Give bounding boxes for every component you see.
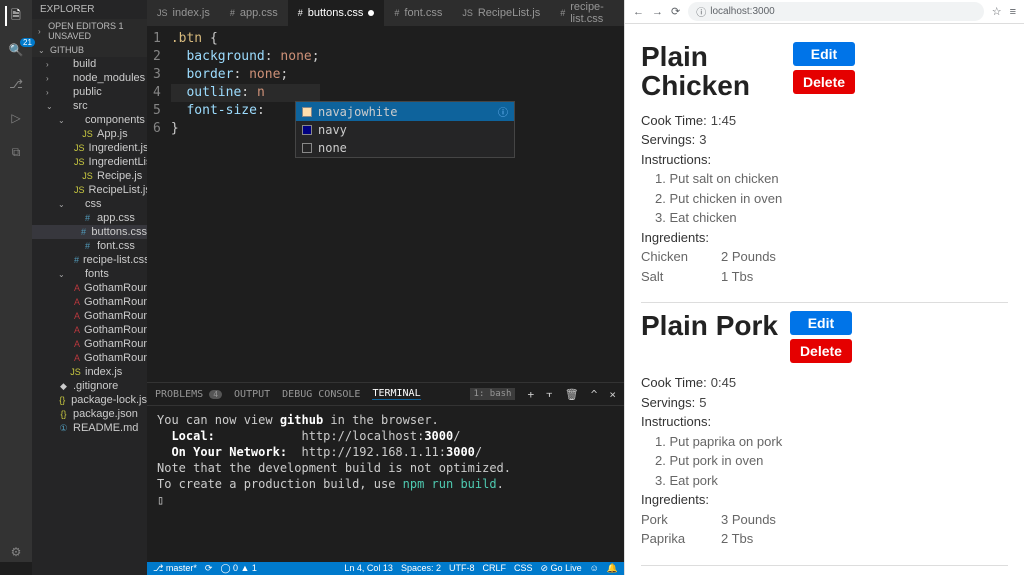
chevron-up-icon[interactable]: ^ bbox=[591, 388, 598, 401]
encoding[interactable]: UTF-8 bbox=[449, 563, 475, 574]
vscode-window: 🗎 🔍 ⎇ ▷ ⧉ ⚙ 21 EXPLORER ›OPEN EDITORS 1 … bbox=[0, 0, 624, 575]
sync-icon[interactable]: ⟳ bbox=[205, 563, 213, 574]
debug-icon[interactable]: ▷ bbox=[6, 108, 26, 128]
folder-item[interactable]: ⌄components bbox=[32, 113, 147, 127]
explorer-title: EXPLORER bbox=[32, 0, 147, 19]
recipe-title: Plain Pork bbox=[641, 311, 778, 340]
edit-button[interactable]: Edit bbox=[790, 311, 852, 335]
folder-item[interactable]: ›build bbox=[32, 57, 147, 71]
back-icon[interactable]: ← bbox=[633, 6, 644, 18]
file-item[interactable]: AGothamRoun bbox=[32, 281, 147, 295]
go-live[interactable]: ⊘ Go Live bbox=[541, 563, 582, 574]
folder-item[interactable]: ›public bbox=[32, 85, 147, 99]
files-icon[interactable]: 🗎 bbox=[5, 6, 25, 26]
activity-bar: 🗎 🔍 ⎇ ▷ ⧉ ⚙ 21 bbox=[0, 0, 32, 562]
file-item[interactable]: AGothamRoun bbox=[32, 337, 147, 351]
editor-tab[interactable]: #buttons.css bbox=[288, 0, 385, 26]
spaces[interactable]: Spaces: 2 bbox=[401, 563, 441, 574]
file-item[interactable]: {}package.json bbox=[32, 407, 147, 421]
menu-icon[interactable]: ≡ bbox=[1010, 6, 1016, 18]
file-item[interactable]: ◆.gitignore bbox=[32, 379, 147, 393]
status-bar: ⎇ master* ⟳ ◯ 0 ▲ 1 Ln 4, Col 13 Spaces:… bbox=[147, 562, 624, 575]
file-item[interactable]: ①README.md bbox=[32, 421, 147, 435]
forward-icon[interactable]: → bbox=[652, 6, 663, 18]
panel-tab-terminal[interactable]: TERMINAL bbox=[372, 388, 420, 400]
delete-button[interactable]: Delete bbox=[793, 70, 855, 94]
intellisense-item[interactable]: none bbox=[296, 139, 514, 157]
source-control-icon[interactable]: ⎇ bbox=[6, 74, 26, 94]
bottom-panel: PROBLEMS 4 OUTPUT DEBUG CONSOLE TERMINAL… bbox=[147, 382, 624, 562]
file-item[interactable]: AGothamRoun bbox=[32, 295, 147, 309]
gear-icon[interactable]: ⚙ bbox=[6, 542, 26, 562]
editor-tab[interactable]: JSindex.js bbox=[147, 0, 220, 26]
close-icon[interactable]: × bbox=[609, 388, 616, 401]
file-item[interactable]: JSRecipe.js bbox=[32, 169, 147, 183]
editor-tab[interactable]: JSRecipeList.js bbox=[452, 0, 550, 26]
editor-tab[interactable]: #font.css bbox=[384, 0, 452, 26]
file-item[interactable]: AGothamRoun bbox=[32, 351, 147, 365]
editor-tabs: JSindex.js#app.css#buttons.css#font.cssJ… bbox=[147, 0, 624, 26]
browser-toolbar: ← → ⟳ ⓘlocalhost:3000 ☆ ≡ bbox=[625, 0, 1024, 24]
open-editors-section[interactable]: ›OPEN EDITORS 1 UNSAVED bbox=[32, 19, 147, 43]
panel-tab-output[interactable]: OUTPUT bbox=[234, 389, 270, 400]
editor-tab[interactable]: #app.css bbox=[220, 0, 288, 26]
recipe-card: Plain PorkEditDeleteCook Time: 0:45Servi… bbox=[641, 303, 1008, 566]
line-gutter: 123456 bbox=[147, 26, 171, 382]
intellisense-item[interactable]: navajowhiteⓘ bbox=[296, 102, 514, 121]
panel-tab-problems[interactable]: PROBLEMS 4 bbox=[155, 389, 222, 400]
feedback-icon[interactable]: ☺ bbox=[590, 563, 599, 574]
folder-item[interactable]: ⌄src bbox=[32, 99, 147, 113]
file-item[interactable]: #font.css bbox=[32, 239, 147, 253]
recipe-title: Plain Chicken bbox=[641, 42, 781, 101]
reload-icon[interactable]: ⟳ bbox=[671, 5, 680, 18]
extensions-icon[interactable]: ⧉ bbox=[6, 142, 26, 162]
terminal-selector[interactable]: 1: bash bbox=[470, 388, 516, 400]
recipe-card: Plain ChickenEditDeleteCook Time: 1:45Se… bbox=[641, 34, 1008, 303]
cursor-pos[interactable]: Ln 4, Col 13 bbox=[344, 563, 393, 574]
terminal[interactable]: You can now view github in the browser. … bbox=[147, 406, 624, 562]
folder-item[interactable]: ⌄css bbox=[32, 197, 147, 211]
explorer-sidebar: EXPLORER ›OPEN EDITORS 1 UNSAVED ⌄GITHUB… bbox=[32, 0, 147, 575]
folder-item[interactable]: ⌄fonts bbox=[32, 267, 147, 281]
file-item[interactable]: AGothamRoun bbox=[32, 323, 147, 337]
scm-badge: 21 bbox=[20, 38, 35, 47]
new-terminal-icon[interactable]: + bbox=[527, 388, 534, 401]
edit-button[interactable]: Edit bbox=[793, 42, 855, 66]
address-bar[interactable]: ⓘlocalhost:3000 bbox=[688, 2, 983, 21]
folder-item[interactable]: ›node_modules bbox=[32, 71, 147, 85]
split-terminal-icon[interactable]: ⫟ bbox=[546, 387, 553, 401]
workspace-root[interactable]: ⌄GITHUB bbox=[32, 43, 147, 57]
file-item[interactable]: JSIngredientLis bbox=[32, 155, 147, 169]
intellisense-item[interactable]: navy bbox=[296, 121, 514, 139]
file-item[interactable]: JSIngredient.js bbox=[32, 141, 147, 155]
file-item[interactable]: #recipe-list.css bbox=[32, 253, 147, 267]
intellisense-popup[interactable]: navajowhiteⓘnavynone bbox=[295, 101, 515, 158]
browser-page: Plain ChickenEditDeleteCook Time: 1:45Se… bbox=[625, 24, 1024, 575]
delete-button[interactable]: Delete bbox=[790, 339, 852, 363]
file-item[interactable]: AGothamRoun bbox=[32, 309, 147, 323]
file-item[interactable]: JSindex.js bbox=[32, 365, 147, 379]
branch-indicator[interactable]: ⎇ master* bbox=[153, 563, 197, 574]
lang-mode[interactable]: CSS bbox=[514, 563, 533, 574]
editor-tab[interactable]: #recipe-list.css bbox=[550, 0, 624, 26]
code-editor[interactable]: 123456 .btn { background: none; border: … bbox=[147, 26, 624, 382]
trash-icon[interactable]: 🗑 bbox=[565, 388, 579, 401]
file-item[interactable]: #buttons.css bbox=[32, 225, 147, 239]
panel-tab-debug[interactable]: DEBUG CONSOLE bbox=[282, 389, 360, 400]
file-item[interactable]: JSApp.js bbox=[32, 127, 147, 141]
file-item[interactable]: JSRecipeList.js bbox=[32, 183, 147, 197]
panel-tabs: PROBLEMS 4 OUTPUT DEBUG CONSOLE TERMINAL… bbox=[147, 383, 624, 406]
file-item[interactable]: #app.css bbox=[32, 211, 147, 225]
browser-window: ← → ⟳ ⓘlocalhost:3000 ☆ ≡ Plain Chicken E… bbox=[624, 0, 1024, 575]
eol[interactable]: CRLF bbox=[482, 563, 506, 574]
file-item[interactable]: {}package-lock.js bbox=[32, 393, 147, 407]
star-icon[interactable]: ☆ bbox=[992, 5, 1002, 18]
diagnostics[interactable]: ◯ 0 ▲ 1 bbox=[220, 563, 257, 574]
bell-icon[interactable]: 🔔 bbox=[607, 563, 618, 574]
